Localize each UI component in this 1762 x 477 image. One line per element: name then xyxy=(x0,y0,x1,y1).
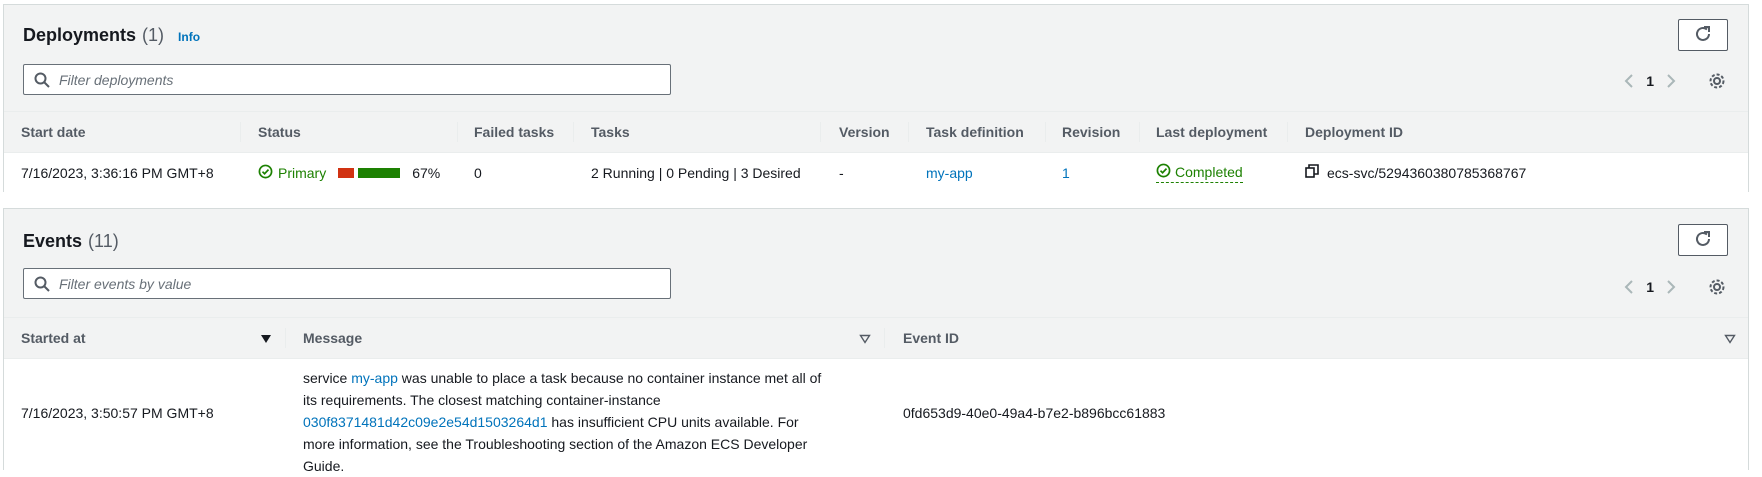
event-message-prefix: service xyxy=(303,370,352,386)
last-deployment-cell: Completed xyxy=(1156,163,1243,183)
check-circle-icon xyxy=(1156,163,1171,181)
deployments-refresh-button[interactable] xyxy=(1678,19,1728,51)
column-divider xyxy=(820,122,821,142)
gear-icon[interactable] xyxy=(1706,276,1728,298)
events-table-header: Started at Message Event ID xyxy=(4,318,1748,359)
deployment-id-cell: ecs-svc/5294360380785368767 xyxy=(1305,164,1526,181)
events-header: Events (11) 1 xyxy=(4,209,1748,318)
column-start-date[interactable]: Start date xyxy=(21,124,86,140)
event-id-value: 0fd653d9-40e0-49a4-b7e2-b896bcc61883 xyxy=(903,405,1166,421)
revision-link[interactable]: 1 xyxy=(1062,165,1070,181)
refresh-icon xyxy=(1694,230,1712,251)
refresh-icon xyxy=(1694,25,1712,46)
chevron-right-icon[interactable] xyxy=(1660,276,1682,298)
completed-status[interactable]: Completed xyxy=(1156,163,1243,183)
deployments-table-header: Start date Status Failed tasks Tasks Ver… xyxy=(4,112,1748,153)
deployment-progress-bar xyxy=(338,168,401,178)
events-page-number[interactable]: 1 xyxy=(1646,279,1654,295)
table-row: 7/16/2023, 3:36:16 PM GMT+8 Primary 67% … xyxy=(4,154,1748,193)
column-divider xyxy=(1045,122,1046,142)
status-badge: Primary xyxy=(258,164,326,182)
task-definition-link[interactable]: my-app xyxy=(926,165,973,181)
events-pagination: 1 xyxy=(1618,276,1728,298)
column-divider xyxy=(1287,122,1288,142)
event-service-link[interactable]: my-app xyxy=(351,370,398,386)
column-failed-tasks[interactable]: Failed tasks xyxy=(474,124,554,140)
deployments-count: (1) xyxy=(142,25,165,45)
copy-icon[interactable] xyxy=(1305,164,1319,181)
column-divider xyxy=(457,122,458,142)
progress-bar-complete-segment xyxy=(358,168,401,178)
events-filter-input[interactable] xyxy=(59,275,659,292)
version-value: - xyxy=(839,165,844,181)
chevron-left-icon[interactable] xyxy=(1618,276,1640,298)
column-revision[interactable]: Revision xyxy=(1062,124,1120,140)
column-divider xyxy=(1139,122,1140,142)
column-divider xyxy=(240,122,241,142)
deployments-title-text: Deployments xyxy=(23,25,137,45)
progress-bar-failed-segment xyxy=(338,168,355,178)
column-divider xyxy=(285,328,286,348)
events-filter xyxy=(23,268,671,299)
deployment-start-date: 7/16/2023, 3:36:16 PM GMT+8 xyxy=(21,165,214,181)
deployments-header: Deployments (1) Info 1 xyxy=(4,5,1748,112)
column-divider xyxy=(573,122,574,142)
event-started-at: 7/16/2023, 3:50:57 PM GMT+8 xyxy=(21,405,214,421)
deployments-title: Deployments (1) Info xyxy=(23,25,200,46)
status-label: Primary xyxy=(278,165,327,181)
event-message: service my-app was unable to place a tas… xyxy=(303,367,823,477)
column-status[interactable]: Status xyxy=(258,124,301,140)
sort-icon[interactable] xyxy=(1724,332,1736,344)
column-divider xyxy=(908,122,909,142)
column-version[interactable]: Version xyxy=(839,124,890,140)
deployment-id-value: ecs-svc/5294360380785368767 xyxy=(1327,164,1527,181)
deployment-status-cell: Primary 67% xyxy=(258,164,440,182)
deployments-pagination: 1 xyxy=(1618,70,1728,92)
event-container-instance-link[interactable]: 030f8371481d42c09e2e54d1503264d1 xyxy=(303,414,547,430)
events-panel: Events (11) 1 Sta xyxy=(3,208,1749,474)
deployments-filter-input[interactable] xyxy=(59,71,659,88)
column-divider xyxy=(884,328,885,348)
column-deployment-id[interactable]: Deployment ID xyxy=(1305,124,1403,140)
check-circle-icon xyxy=(258,164,273,182)
failed-tasks-value: 0 xyxy=(474,165,482,181)
events-title: Events (11) xyxy=(23,231,119,252)
events-refresh-button[interactable] xyxy=(1678,224,1728,256)
column-started-at[interactable]: Started at xyxy=(21,330,86,346)
column-event-id[interactable]: Event ID xyxy=(903,330,959,346)
search-icon xyxy=(33,275,51,293)
deployments-page-number[interactable]: 1 xyxy=(1646,73,1654,89)
column-tasks[interactable]: Tasks xyxy=(591,124,630,140)
chevron-right-icon[interactable] xyxy=(1660,70,1682,92)
search-icon xyxy=(33,71,51,89)
progress-percent: 67% xyxy=(412,165,441,181)
completed-label: Completed xyxy=(1175,164,1243,180)
gear-icon[interactable] xyxy=(1706,70,1728,92)
column-task-definition[interactable]: Task definition xyxy=(926,124,1024,140)
table-row: 7/16/2023, 3:50:57 PM GMT+8 service my-a… xyxy=(4,360,1748,474)
events-count: (11) xyxy=(88,231,119,251)
sort-icon[interactable] xyxy=(859,332,871,344)
column-message[interactable]: Message xyxy=(303,330,362,346)
sort-descending-icon[interactable] xyxy=(260,332,272,344)
events-title-text: Events xyxy=(23,231,83,251)
tasks-value: 2 Running | 0 Pending | 3 Desired xyxy=(591,165,801,181)
deployments-filter xyxy=(23,64,671,95)
column-last-deployment[interactable]: Last deployment xyxy=(1156,124,1267,140)
deployments-panel: Deployments (1) Info 1 xyxy=(3,4,1749,193)
chevron-left-icon[interactable] xyxy=(1618,70,1640,92)
info-link[interactable]: Info xyxy=(178,30,200,44)
